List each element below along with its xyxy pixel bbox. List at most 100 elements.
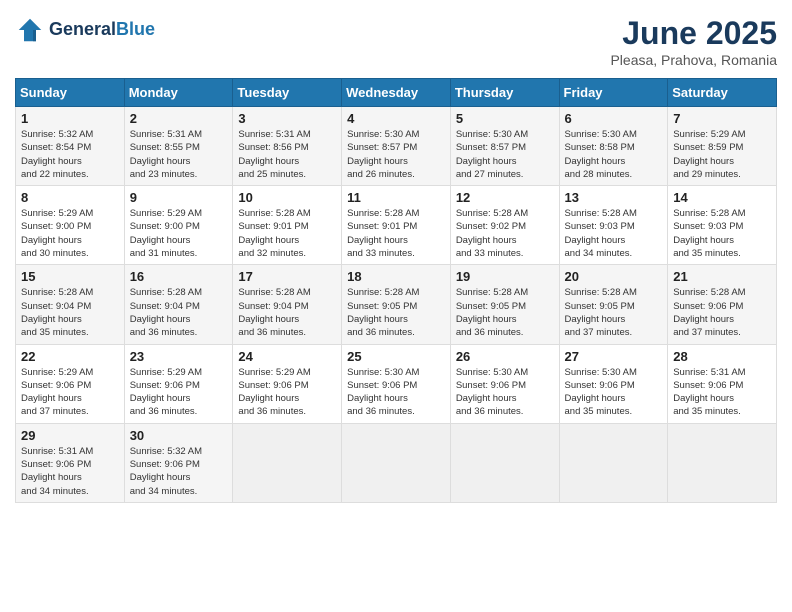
table-row <box>233 423 342 502</box>
col-saturday: Saturday <box>668 79 777 107</box>
calendar-row: 8 Sunrise: 5:29 AM Sunset: 9:00 PM Dayli… <box>16 186 777 265</box>
calendar-row: 22 Sunrise: 5:29 AM Sunset: 9:06 PM Dayl… <box>16 344 777 423</box>
day-number: 19 <box>456 269 554 284</box>
table-row: 3 Sunrise: 5:31 AM Sunset: 8:56 PM Dayli… <box>233 107 342 186</box>
calendar-row: 1 Sunrise: 5:32 AM Sunset: 8:54 PM Dayli… <box>16 107 777 186</box>
calendar-row: 29 Sunrise: 5:31 AM Sunset: 9:06 PM Dayl… <box>16 423 777 502</box>
table-row: 10 Sunrise: 5:28 AM Sunset: 9:01 PM Dayl… <box>233 186 342 265</box>
table-row: 8 Sunrise: 5:29 AM Sunset: 9:00 PM Dayli… <box>16 186 125 265</box>
day-info: Sunrise: 5:28 AM Sunset: 9:01 PM Dayligh… <box>238 207 336 260</box>
calendar-row: 15 Sunrise: 5:28 AM Sunset: 9:04 PM Dayl… <box>16 265 777 344</box>
table-row: 5 Sunrise: 5:30 AM Sunset: 8:57 PM Dayli… <box>450 107 559 186</box>
table-row: 13 Sunrise: 5:28 AM Sunset: 9:03 PM Dayl… <box>559 186 668 265</box>
table-row: 28 Sunrise: 5:31 AM Sunset: 9:06 PM Dayl… <box>668 344 777 423</box>
logo-blue: Blue <box>116 19 155 39</box>
day-number: 29 <box>21 428 119 443</box>
day-number: 10 <box>238 190 336 205</box>
calendar-subtitle: Pleasa, Prahova, Romania <box>610 52 777 68</box>
day-number: 21 <box>673 269 771 284</box>
day-number: 17 <box>238 269 336 284</box>
day-info: Sunrise: 5:29 AM Sunset: 9:06 PM Dayligh… <box>238 366 336 419</box>
day-number: 23 <box>130 349 228 364</box>
day-info: Sunrise: 5:30 AM Sunset: 9:06 PM Dayligh… <box>456 366 554 419</box>
day-number: 16 <box>130 269 228 284</box>
col-thursday: Thursday <box>450 79 559 107</box>
day-number: 1 <box>21 111 119 126</box>
table-row: 30 Sunrise: 5:32 AM Sunset: 9:06 PM Dayl… <box>124 423 233 502</box>
day-info: Sunrise: 5:28 AM Sunset: 9:03 PM Dayligh… <box>673 207 771 260</box>
col-friday: Friday <box>559 79 668 107</box>
table-row: 12 Sunrise: 5:28 AM Sunset: 9:02 PM Dayl… <box>450 186 559 265</box>
header-row: Sunday Monday Tuesday Wednesday Thursday… <box>16 79 777 107</box>
day-number: 6 <box>565 111 663 126</box>
day-info: Sunrise: 5:31 AM Sunset: 8:56 PM Dayligh… <box>238 128 336 181</box>
logo-general: General <box>49 19 116 39</box>
table-row: 18 Sunrise: 5:28 AM Sunset: 9:05 PM Dayl… <box>342 265 451 344</box>
table-row: 6 Sunrise: 5:30 AM Sunset: 8:58 PM Dayli… <box>559 107 668 186</box>
day-info: Sunrise: 5:31 AM Sunset: 9:06 PM Dayligh… <box>21 445 119 498</box>
table-row: 22 Sunrise: 5:29 AM Sunset: 9:06 PM Dayl… <box>16 344 125 423</box>
day-info: Sunrise: 5:30 AM Sunset: 8:57 PM Dayligh… <box>456 128 554 181</box>
day-number: 5 <box>456 111 554 126</box>
day-number: 13 <box>565 190 663 205</box>
day-info: Sunrise: 5:30 AM Sunset: 9:06 PM Dayligh… <box>347 366 445 419</box>
day-info: Sunrise: 5:28 AM Sunset: 9:02 PM Dayligh… <box>456 207 554 260</box>
day-number: 25 <box>347 349 445 364</box>
table-row: 16 Sunrise: 5:28 AM Sunset: 9:04 PM Dayl… <box>124 265 233 344</box>
table-row: 25 Sunrise: 5:30 AM Sunset: 9:06 PM Dayl… <box>342 344 451 423</box>
day-info: Sunrise: 5:28 AM Sunset: 9:04 PM Dayligh… <box>21 286 119 339</box>
table-row: 23 Sunrise: 5:29 AM Sunset: 9:06 PM Dayl… <box>124 344 233 423</box>
page-wrapper: GeneralBlue June 2025 Pleasa, Prahova, R… <box>15 15 777 503</box>
table-row: 29 Sunrise: 5:31 AM Sunset: 9:06 PM Dayl… <box>16 423 125 502</box>
day-number: 9 <box>130 190 228 205</box>
table-row: 11 Sunrise: 5:28 AM Sunset: 9:01 PM Dayl… <box>342 186 451 265</box>
day-info: Sunrise: 5:29 AM Sunset: 8:59 PM Dayligh… <box>673 128 771 181</box>
table-row <box>450 423 559 502</box>
title-area: June 2025 Pleasa, Prahova, Romania <box>610 15 777 68</box>
table-row: 19 Sunrise: 5:28 AM Sunset: 9:05 PM Dayl… <box>450 265 559 344</box>
day-number: 27 <box>565 349 663 364</box>
col-sunday: Sunday <box>16 79 125 107</box>
day-info: Sunrise: 5:29 AM Sunset: 9:00 PM Dayligh… <box>21 207 119 260</box>
table-row <box>342 423 451 502</box>
table-row: 4 Sunrise: 5:30 AM Sunset: 8:57 PM Dayli… <box>342 107 451 186</box>
table-row <box>559 423 668 502</box>
day-info: Sunrise: 5:30 AM Sunset: 8:58 PM Dayligh… <box>565 128 663 181</box>
day-info: Sunrise: 5:29 AM Sunset: 9:06 PM Dayligh… <box>130 366 228 419</box>
day-number: 8 <box>21 190 119 205</box>
table-row: 21 Sunrise: 5:28 AM Sunset: 9:06 PM Dayl… <box>668 265 777 344</box>
logo-icon <box>15 15 45 45</box>
day-info: Sunrise: 5:31 AM Sunset: 8:55 PM Dayligh… <box>130 128 228 181</box>
table-row: 14 Sunrise: 5:28 AM Sunset: 9:03 PM Dayl… <box>668 186 777 265</box>
day-number: 7 <box>673 111 771 126</box>
logo: GeneralBlue <box>15 15 155 45</box>
table-row: 17 Sunrise: 5:28 AM Sunset: 9:04 PM Dayl… <box>233 265 342 344</box>
day-number: 26 <box>456 349 554 364</box>
day-number: 22 <box>21 349 119 364</box>
day-number: 14 <box>673 190 771 205</box>
table-row: 20 Sunrise: 5:28 AM Sunset: 9:05 PM Dayl… <box>559 265 668 344</box>
col-wednesday: Wednesday <box>342 79 451 107</box>
table-row: 2 Sunrise: 5:31 AM Sunset: 8:55 PM Dayli… <box>124 107 233 186</box>
day-number: 30 <box>130 428 228 443</box>
table-row: 9 Sunrise: 5:29 AM Sunset: 9:00 PM Dayli… <box>124 186 233 265</box>
table-row: 15 Sunrise: 5:28 AM Sunset: 9:04 PM Dayl… <box>16 265 125 344</box>
day-number: 11 <box>347 190 445 205</box>
table-row: 24 Sunrise: 5:29 AM Sunset: 9:06 PM Dayl… <box>233 344 342 423</box>
table-row: 26 Sunrise: 5:30 AM Sunset: 9:06 PM Dayl… <box>450 344 559 423</box>
day-info: Sunrise: 5:31 AM Sunset: 9:06 PM Dayligh… <box>673 366 771 419</box>
table-row: 7 Sunrise: 5:29 AM Sunset: 8:59 PM Dayli… <box>668 107 777 186</box>
day-number: 4 <box>347 111 445 126</box>
col-tuesday: Tuesday <box>233 79 342 107</box>
day-info: Sunrise: 5:30 AM Sunset: 8:57 PM Dayligh… <box>347 128 445 181</box>
day-number: 20 <box>565 269 663 284</box>
day-info: Sunrise: 5:28 AM Sunset: 9:05 PM Dayligh… <box>347 286 445 339</box>
day-info: Sunrise: 5:28 AM Sunset: 9:01 PM Dayligh… <box>347 207 445 260</box>
day-info: Sunrise: 5:29 AM Sunset: 9:00 PM Dayligh… <box>130 207 228 260</box>
day-info: Sunrise: 5:30 AM Sunset: 9:06 PM Dayligh… <box>565 366 663 419</box>
day-number: 28 <box>673 349 771 364</box>
day-info: Sunrise: 5:28 AM Sunset: 9:04 PM Dayligh… <box>130 286 228 339</box>
day-info: Sunrise: 5:29 AM Sunset: 9:06 PM Dayligh… <box>21 366 119 419</box>
table-row: 1 Sunrise: 5:32 AM Sunset: 8:54 PM Dayli… <box>16 107 125 186</box>
day-info: Sunrise: 5:28 AM Sunset: 9:05 PM Dayligh… <box>565 286 663 339</box>
